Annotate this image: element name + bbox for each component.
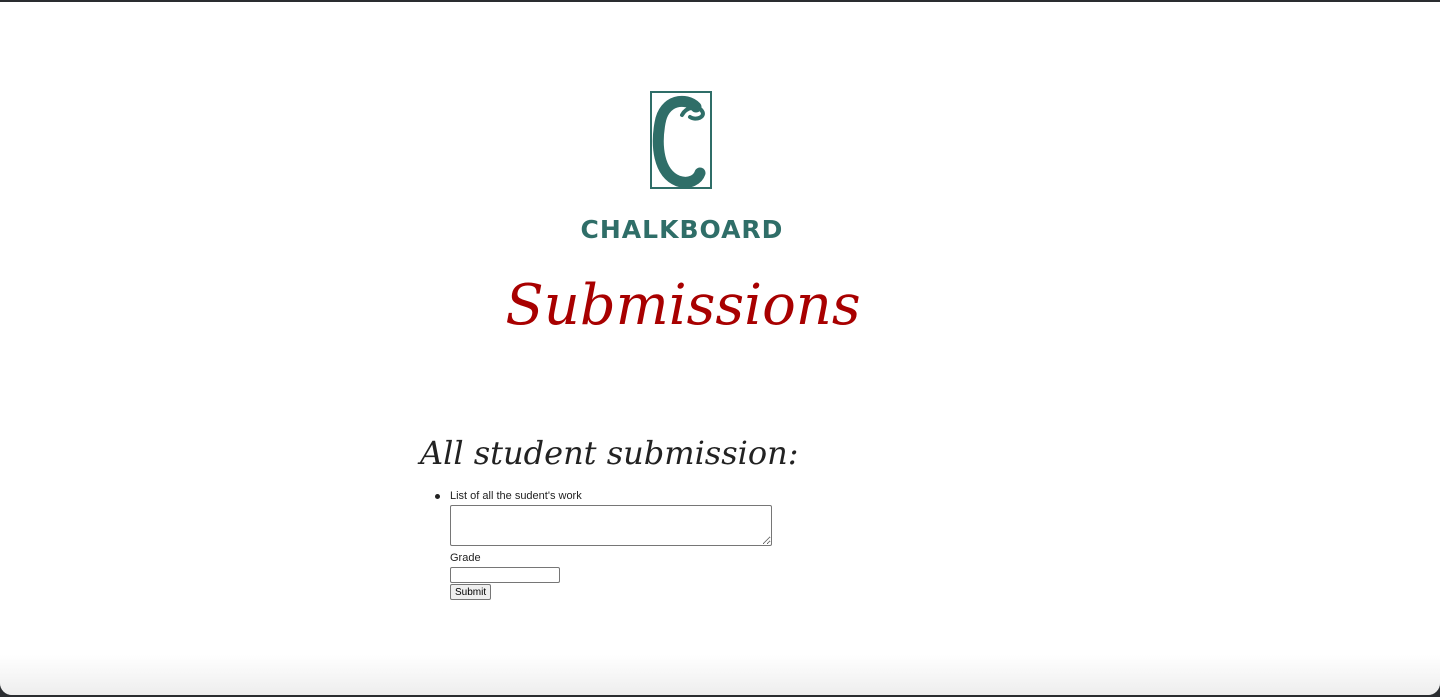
grade-label: Grade [450,552,481,564]
letter-c-logo-icon [652,95,706,187]
page-title: Submissions [505,273,861,338]
submission-list: List of all the sudent's work Grade Subm… [435,489,772,600]
brand-name: CHALKBOARD [580,215,784,244]
bottom-fade [0,655,1440,695]
browser-viewport: CHALKBOARD Submissions All student submi… [0,2,1440,695]
chalkboard-logo [650,91,712,189]
list-item: List of all the sudent's work Grade Subm… [435,489,772,600]
submit-button[interactable]: Submit [450,584,492,600]
student-work-textarea[interactable] [450,505,772,546]
grade-input[interactable] [450,567,560,583]
bullet-icon [435,494,440,499]
submission-label: List of all the sudent's work [450,490,582,502]
section-heading: All student submission: [420,434,799,472]
